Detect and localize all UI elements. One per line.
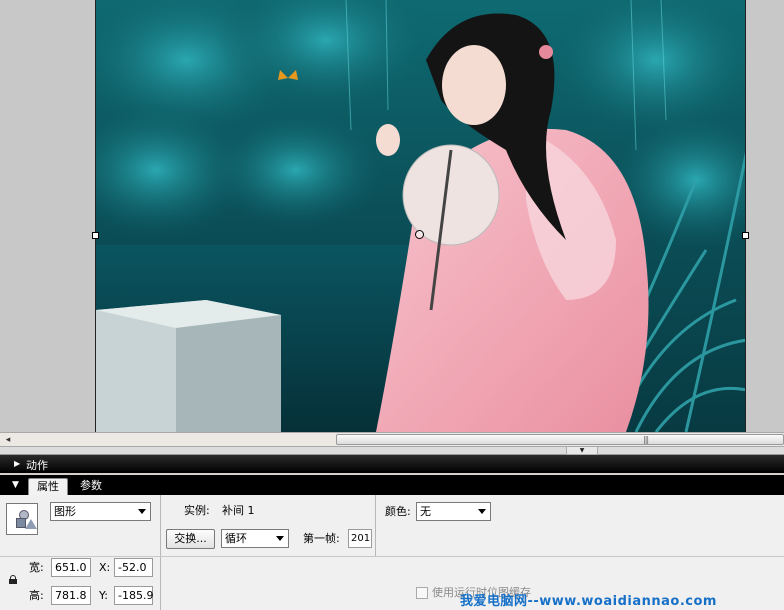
stage-canvas[interactable] (0, 0, 784, 432)
registration-point[interactable] (415, 230, 424, 239)
triangle-collapse-icon[interactable]: ▼ (12, 480, 19, 490)
transform-handle-left[interactable] (92, 232, 99, 239)
lock-icon[interactable] (9, 575, 17, 584)
actions-panel-title: 动作 (26, 459, 48, 472)
scrollbar-grip-icon: ||| (643, 435, 649, 444)
panel-collapse-bar: ▼ (0, 447, 784, 455)
divider (375, 495, 376, 557)
width-input[interactable]: 651.0 (51, 558, 91, 577)
width-label: 宽: (29, 561, 44, 574)
divider (160, 556, 784, 557)
horizontal-scrollbar[interactable]: ◂ ||| (0, 432, 784, 447)
height-label: 高: (29, 589, 44, 602)
scrollbar-thumb[interactable]: ||| (336, 434, 784, 445)
graphic-symbol-icon (6, 503, 38, 535)
chevron-down-icon (478, 509, 486, 514)
collapse-down-arrow-icon[interactable]: ▼ (566, 447, 598, 455)
triangle-expand-icon[interactable]: ▶ (14, 459, 20, 468)
photo-artwork (96, 0, 745, 432)
y-input[interactable]: -185.9 (114, 586, 153, 605)
symbol-type-select[interactable]: 图形 (50, 502, 151, 521)
loop-value: 循环 (225, 532, 247, 545)
tab-properties[interactable]: 属性 (28, 478, 68, 495)
symbol-type-value: 图形 (54, 505, 76, 518)
scroll-left-arrow-icon[interactable]: ◂ (2, 434, 14, 446)
swap-button[interactable]: 交换... (166, 529, 215, 549)
selected-graphic-image[interactable] (95, 0, 746, 432)
actions-panel-header[interactable]: ▶ 动作 (0, 455, 784, 473)
chevron-down-icon (138, 509, 146, 514)
divider (0, 556, 160, 557)
site-watermark: 我爱电脑网--www.woaidiannao.com (460, 594, 717, 609)
x-label: X: (99, 561, 111, 574)
height-input[interactable]: 781.8 (51, 586, 91, 605)
first-frame-input[interactable]: 201 (348, 529, 372, 548)
tab-parameters[interactable]: 参数 (74, 478, 108, 495)
instance-label: 实例: (184, 504, 210, 517)
loop-select[interactable]: 循环 (221, 529, 289, 548)
color-effect-value: 无 (420, 505, 431, 518)
transform-handle-right[interactable] (742, 232, 749, 239)
runtime-bitmap-cache-checkbox[interactable] (416, 587, 428, 599)
color-effect-select[interactable]: 无 (416, 502, 491, 521)
x-input[interactable]: -52.0 (114, 558, 153, 577)
first-frame-label: 第一帧: (303, 532, 340, 545)
properties-panel-header: ▼ 属性 参数 (0, 475, 784, 495)
color-label: 颜色: (385, 505, 411, 518)
divider (160, 495, 161, 610)
y-label: Y: (99, 589, 108, 602)
chevron-down-icon (276, 536, 284, 541)
instance-name: 补间 1 (222, 504, 255, 517)
